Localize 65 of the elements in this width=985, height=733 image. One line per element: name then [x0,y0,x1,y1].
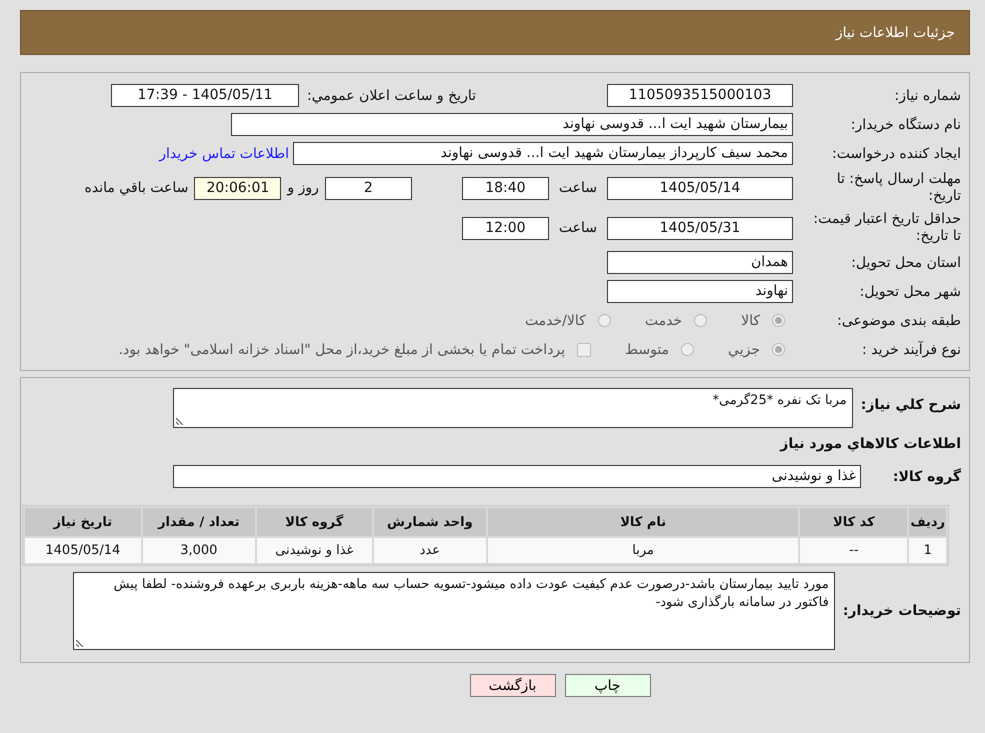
radio-button[interactable] [694,314,708,327]
section-title: اطلاعات كالاهاي مورد نياز [778,435,962,454]
days-field[interactable]: 2 [324,176,412,200]
column-header: تاریخ نیاز [25,508,141,536]
field-label: شماره نیاز: [894,88,962,104]
radio-button[interactable] [772,343,785,356]
option-label: جزيي [728,342,760,358]
need-number-field[interactable]: 1105093515000103 [607,84,793,107]
column-header: کد کالا [800,508,908,536]
field-label: ساعت [558,180,597,196]
contact-link[interactable]: اطلاعات تماس خریدار [159,146,289,162]
back-button[interactable]: بازگشت [470,674,556,697]
field-label: ساعت [558,220,597,236]
province-field[interactable]: همدان [607,251,793,274]
field-label: ساعت باقي مانده [84,180,188,196]
announce-date-field[interactable]: 1405/05/11 - 17:39 [111,84,300,107]
city-field[interactable]: نهاوند [607,280,793,303]
column-header: واحد شمارش [374,508,486,536]
buyer-org-field[interactable]: بیمارستان شهید ایت ا... قدوسی نهاوند [231,113,793,136]
field-label: نوع فرآیند خرید : [861,342,962,358]
table-cell: 3,000 [142,538,255,563]
column-header: ردیف [909,508,946,536]
table-cell: -- [800,538,908,563]
resize-grip-icon[interactable] [176,417,184,425]
page-title: جزئیات اطلاعات نیاز [836,24,955,40]
table-cell: غذا و نوشیدنی [256,538,372,563]
field-label: شرح كلي نياز: [860,397,962,413]
option-label: کالا/خدمت [524,312,586,328]
option-label: کالا [741,312,760,328]
field-label: توضیحات خریدار: [842,603,962,619]
table-cell: 1 [909,538,946,563]
field-label: ایجاد کننده درخواست: [831,146,962,162]
table-cell: عدد [374,538,486,563]
resize-grip-icon[interactable] [76,639,84,647]
goods-group-field[interactable]: غذا و نوشیدنی [173,465,861,488]
field-label: استان محل تحویل: [850,254,962,270]
radio-button[interactable] [681,343,694,356]
radio-button[interactable] [598,314,611,327]
table-cell: مربا [488,538,798,563]
field-label: گروه کالا: [892,468,962,484]
column-header: نام کالا [488,508,798,536]
date-field[interactable]: 1405/05/31 [607,216,793,240]
time-field[interactable]: 12:00 [462,216,549,240]
field-label: تاريخ و ساعت اعلان عمومي: [307,88,476,104]
field-label: طبقه بندی موضوعی: [836,312,962,328]
time-field[interactable]: 18:40 [462,176,549,200]
requester-field[interactable]: محمد سیف کارپرداز بیمارستان شهید ایت ا... قدوسی نهاوند [293,142,793,165]
option-label: خدمت [644,312,682,328]
treasury-note: پرداخت تمام یا بخشی از مبلغ خرید،از محل "اسناد خزانه اسلامی" خواهد بود. [118,342,566,358]
field-label: نام دستگاه خریدار: [850,116,962,132]
field-label: مهلت ارسال پاسخ: تا تاریخ: [836,171,962,205]
buyer-notes-field[interactable]: مورد تایید بیمارستان باشد-درصورت عدم کیفیت عودت داده میشود-تسویه حساب سه ماهه-هزینه باربری برعهده فروشنده- لطفا پیش فاکتور در سامانه بارگذاری شود- [72,572,835,650]
remaining-time-field[interactable]: 20:06:01 [194,176,282,200]
column-header: گروه کالا [256,508,372,536]
option-label: متوسط [625,342,670,358]
table-cell: 1405/05/14 [25,538,141,563]
print-button[interactable]: چاپ [564,674,650,697]
field-label: حداقل تاریخ اعتبار قیمت: تا تاریخ: [812,211,962,245]
checkbox[interactable] [577,342,592,356]
field-label: شهر محل تحویل: [858,284,962,300]
date-field[interactable]: 1405/05/14 [607,176,793,200]
radio-button[interactable] [772,314,785,327]
field-label: روز و [287,180,319,196]
description-field[interactable]: مربا تک نفره *25گرمی* [172,388,853,428]
column-header: تعداد / مقدار [142,508,255,536]
